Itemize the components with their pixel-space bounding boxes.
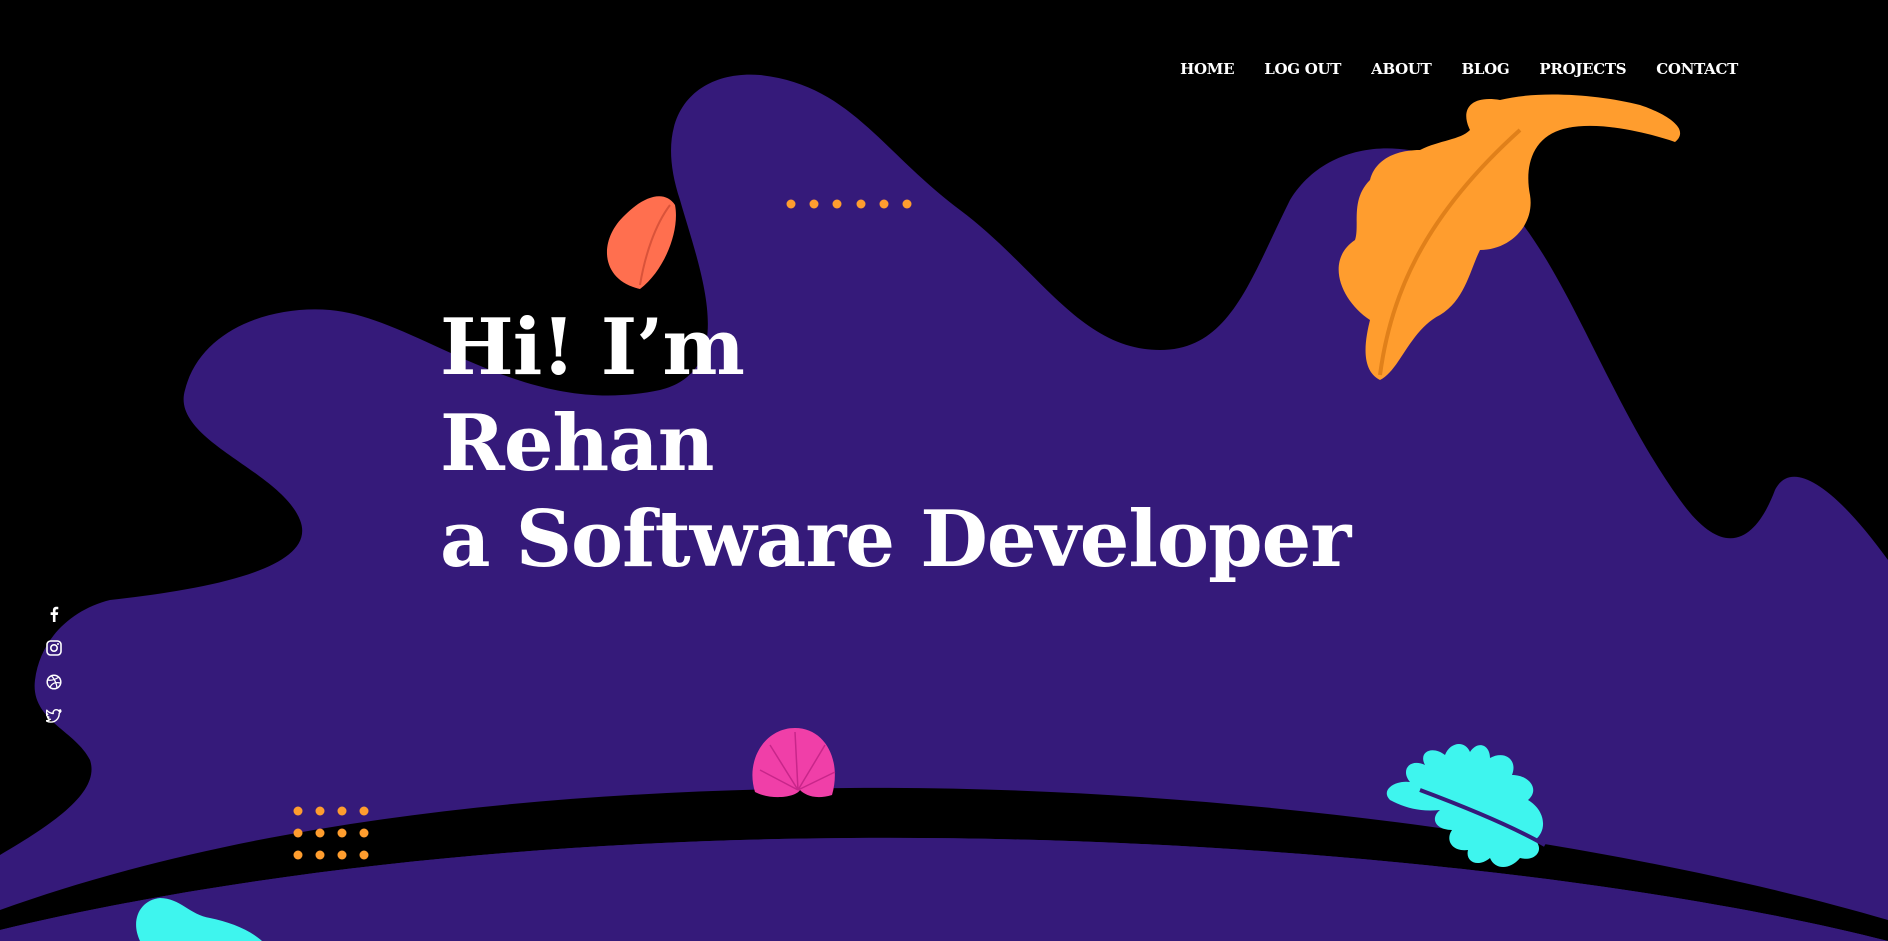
nav-contact[interactable]: CONTACT	[1656, 60, 1738, 78]
facebook-icon[interactable]	[44, 606, 64, 622]
nav-about[interactable]: ABOUT	[1371, 60, 1432, 78]
twitter-icon[interactable]	[44, 708, 64, 724]
hero-heading: Hi! I’m Rehan a Software Developer	[440, 300, 1351, 588]
hero-line-role: a Software Developer	[440, 494, 1351, 585]
nav-projects[interactable]: PROJECTS	[1539, 60, 1626, 78]
instagram-icon[interactable]	[44, 640, 64, 656]
dribbble-icon[interactable]	[44, 674, 64, 690]
nav-blog[interactable]: BLOG	[1462, 60, 1510, 78]
nav-log-out[interactable]: LOG OUT	[1264, 60, 1341, 78]
hero-line-greeting: Hi! I’m	[440, 302, 745, 393]
coral-leaf-icon	[606, 196, 676, 289]
hero-line-name: Rehan	[440, 398, 714, 489]
nav-home[interactable]: HOME	[1180, 60, 1234, 78]
main-nav: HOME LOG OUT ABOUT BLOG PROJECTS CONTACT	[1180, 60, 1738, 78]
social-links	[44, 606, 64, 724]
